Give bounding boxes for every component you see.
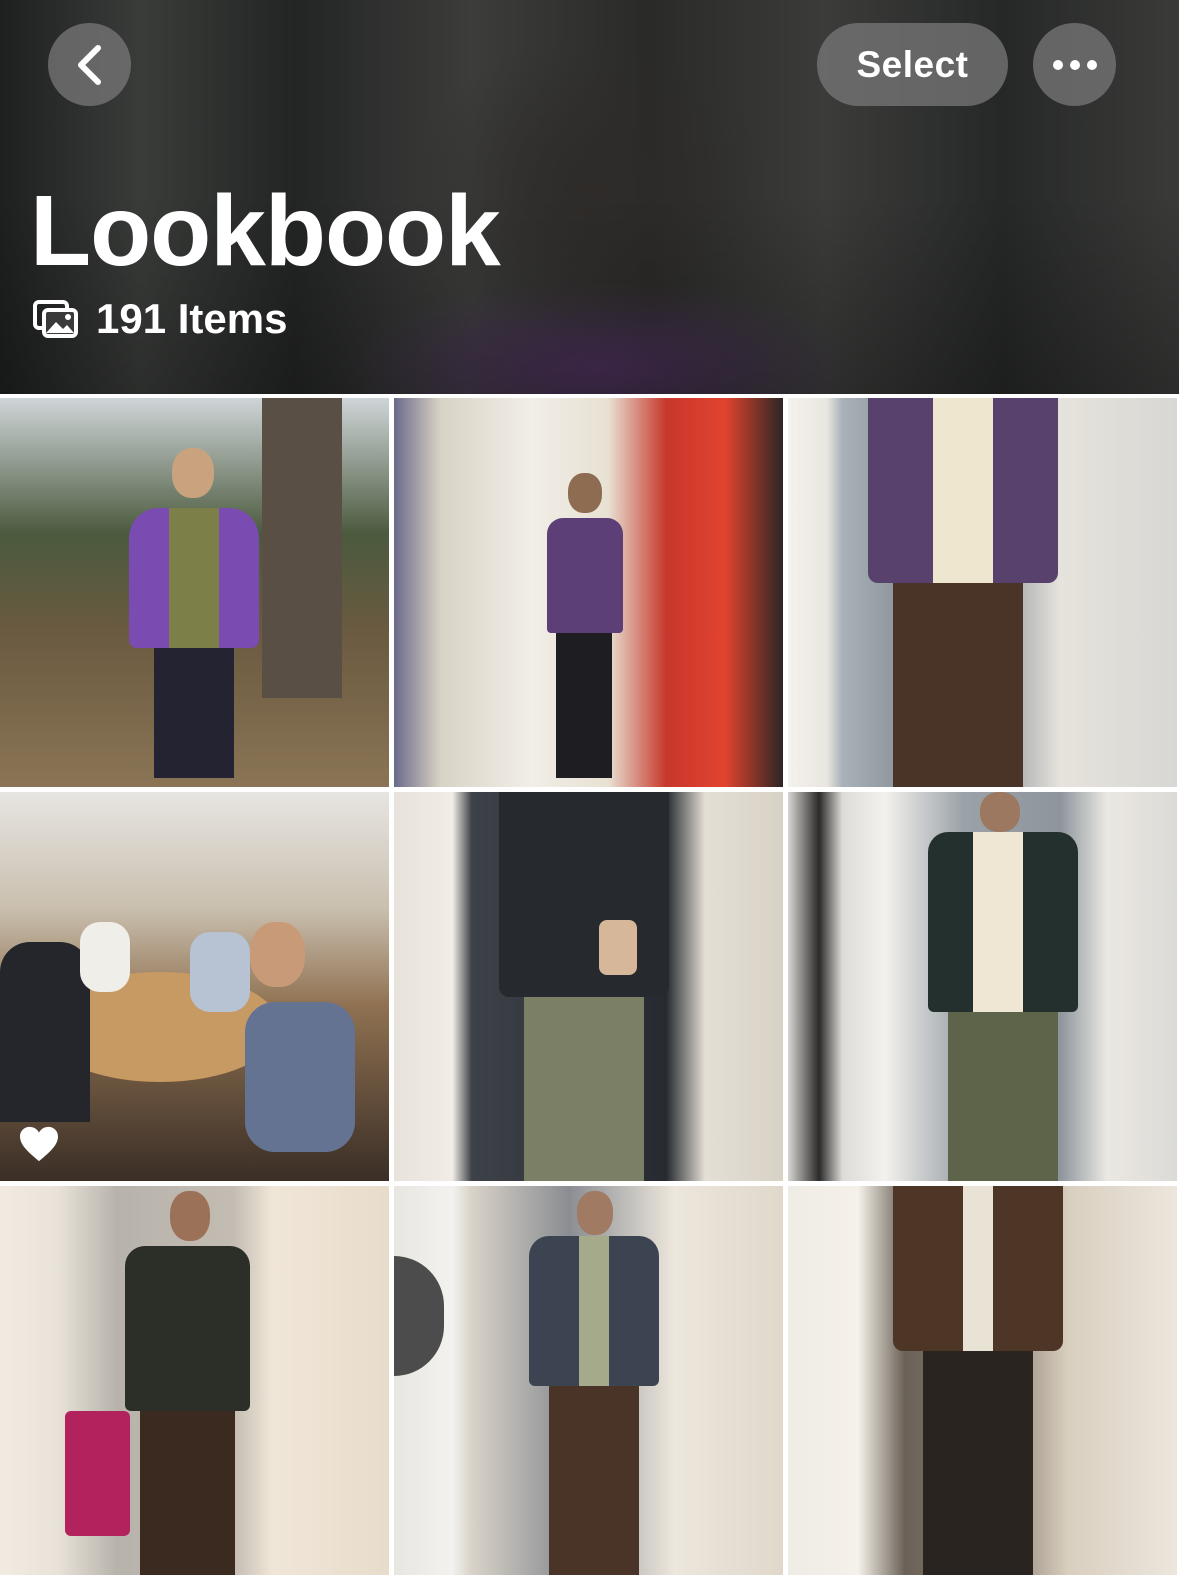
photo-stack-icon bbox=[33, 300, 78, 338]
album-header: Select Lookbook 191 Items bbox=[0, 0, 1179, 394]
photo-thumbnail[interactable] bbox=[0, 398, 389, 787]
more-options-button[interactable] bbox=[1033, 23, 1116, 106]
favorite-heart-icon bbox=[20, 1126, 58, 1162]
photo-thumbnail[interactable] bbox=[394, 1186, 783, 1575]
photo-thumbnail[interactable] bbox=[788, 398, 1177, 787]
ellipsis-icon bbox=[1052, 59, 1097, 70]
photo-thumbnail[interactable] bbox=[394, 792, 783, 1181]
photo-thumbnail[interactable] bbox=[394, 398, 783, 787]
select-button[interactable]: Select bbox=[817, 23, 1008, 106]
photo-thumbnail[interactable] bbox=[788, 792, 1177, 1181]
photo-thumbnail[interactable] bbox=[788, 1186, 1177, 1575]
chevron-left-icon bbox=[77, 44, 101, 85]
back-button[interactable] bbox=[48, 23, 131, 106]
album-title: Lookbook bbox=[30, 175, 501, 287]
item-count-label: 191 Items bbox=[96, 295, 288, 342]
item-count: 191 Items bbox=[33, 292, 287, 346]
photo-thumbnail[interactable] bbox=[0, 792, 389, 1181]
photo-thumbnail[interactable] bbox=[0, 1186, 389, 1575]
